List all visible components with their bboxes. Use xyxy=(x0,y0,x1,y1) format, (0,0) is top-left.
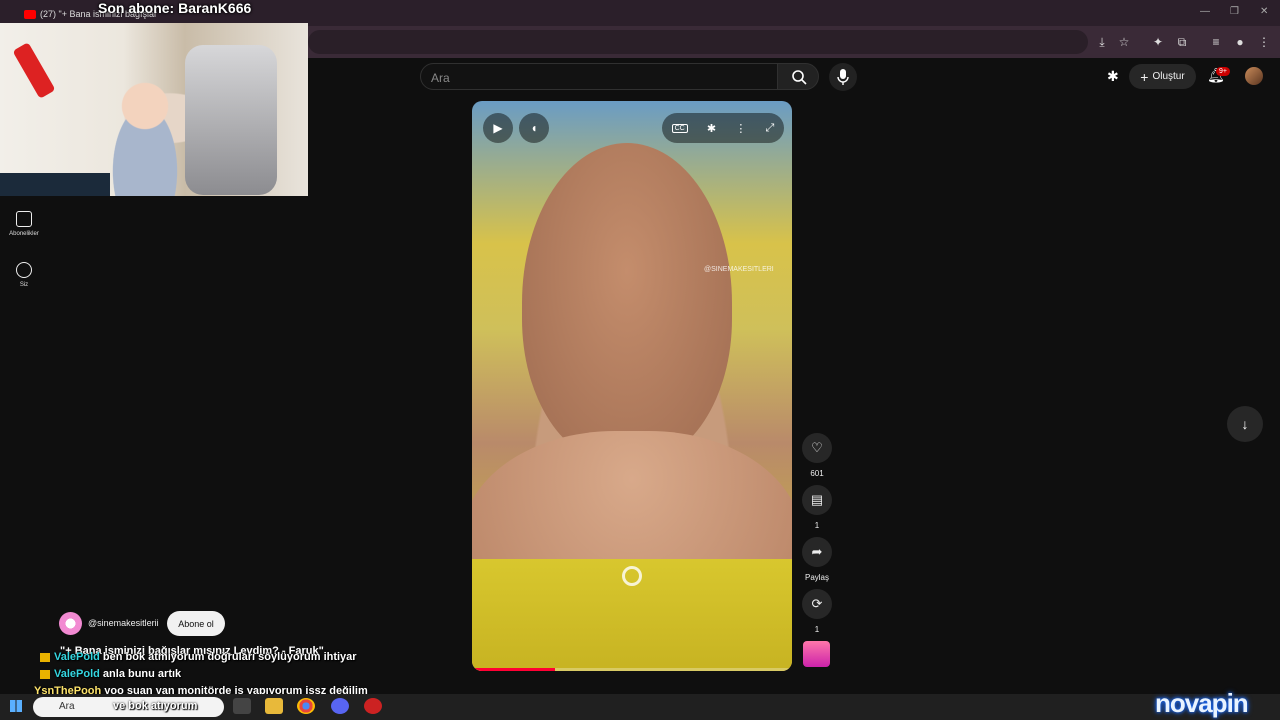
profile-icon[interactable]: ● xyxy=(1232,34,1248,50)
play-button[interactable]: ▶ xyxy=(483,113,513,143)
last-subscriber-overlay: Son abone: BaranK666 xyxy=(98,0,252,16)
share-button[interactable]: ➦ Paylaş xyxy=(799,537,835,582)
chat-text: anla bunu artık xyxy=(102,668,182,680)
youtube-favicon-icon xyxy=(24,9,36,19)
settings-gear-icon[interactable]: ✱ xyxy=(707,122,716,135)
player-controls-right: CC ✱ ⋮ ⤢ xyxy=(662,113,784,143)
volume-icon: ◖ xyxy=(530,121,538,135)
account-avatar[interactable] xyxy=(1245,67,1263,85)
video-watermark: @SINEMAKESITLERI xyxy=(704,266,774,273)
video-progress-bar[interactable] xyxy=(472,668,792,671)
subscriber-badge-icon xyxy=(40,652,50,662)
captions-icon[interactable]: CC xyxy=(671,123,688,133)
search-input[interactable]: Ara xyxy=(420,63,778,90)
chat-text: ben bok atmıyorum doğruları söylüyorum i… xyxy=(102,651,357,663)
chat-message: ve bok atıyorum xyxy=(113,700,197,712)
extension-icon[interactable]: ✦ xyxy=(1150,34,1166,50)
share-label: Paylaş xyxy=(804,573,829,582)
account-icon xyxy=(16,262,32,278)
fullscreen-icon[interactable]: ⤢ xyxy=(766,122,775,135)
share-arrow-icon: ➦ xyxy=(802,537,832,567)
install-app-icon[interactable]: ⤓ xyxy=(1094,34,1110,50)
comment-count: 1 xyxy=(814,521,820,530)
chat-text: ve bok atıyorum xyxy=(113,700,198,712)
streamer-webcam xyxy=(0,23,308,196)
maximize-icon[interactable]: ❐ xyxy=(1230,6,1239,17)
play-icon: ▶ xyxy=(493,121,503,135)
create-label: Oluştur xyxy=(1152,71,1185,82)
extensions-puzzle-icon[interactable]: ⧉ xyxy=(1174,34,1190,50)
chat-message: ValePold anla bunu artık xyxy=(40,668,181,680)
chat-username: ValePold xyxy=(54,668,100,680)
volume-button[interactable]: ◖ xyxy=(519,113,549,143)
address-bar[interactable] xyxy=(308,30,1088,54)
subscribe-button[interactable]: Abone ol xyxy=(167,611,225,636)
channel-handle[interactable]: @sinemakesitlerii xyxy=(88,618,159,628)
desk-monitor xyxy=(0,173,110,196)
search-button[interactable] xyxy=(777,63,819,90)
sidebar-item-label: Siz xyxy=(19,282,29,288)
windows-start-icon[interactable] xyxy=(10,700,22,712)
bookmark-star-icon[interactable]: ☆ xyxy=(1116,34,1132,50)
chat-username: ValePold xyxy=(54,651,100,663)
sidebar-item-you[interactable]: Siz xyxy=(4,262,44,288)
notification-count-badge: 9+ xyxy=(1216,67,1230,76)
remix-icon: ⟳ xyxy=(802,589,832,619)
sidebar-item-subscriptions[interactable]: Abonelikler xyxy=(4,211,44,237)
arrow-down-icon: ↓ xyxy=(1241,416,1249,432)
subscriptions-icon xyxy=(16,211,32,227)
remix-count: 1 xyxy=(814,625,820,634)
obs-icon[interactable] xyxy=(364,698,382,714)
browser-menu-icon[interactable]: ⋮ xyxy=(1256,34,1272,50)
channel-avatar[interactable] xyxy=(59,612,82,635)
heart-icon: ♡ xyxy=(802,433,832,463)
shorts-video-player[interactable]: ▶ ◖ CC ✱ ⋮ ⤢ @SINEMAKESITLERI xyxy=(472,101,792,671)
file-explorer-icon[interactable] xyxy=(265,698,283,714)
comment-icon: ▤ xyxy=(802,485,832,515)
close-window-icon[interactable]: ✕ xyxy=(1260,6,1268,17)
plus-icon: + xyxy=(1140,68,1149,85)
gaming-chair xyxy=(185,45,277,195)
premium-sparkle-icon[interactable]: ✱ xyxy=(1107,68,1119,85)
streamer xyxy=(95,71,195,196)
chat-message: ValePold ben bok atmıyorum doğruları söy… xyxy=(40,651,357,663)
microphone-icon xyxy=(837,69,849,85)
channel-thumbnail[interactable] xyxy=(803,641,830,667)
remix-button[interactable]: ⟳ 1 xyxy=(801,589,833,634)
like-count: 601 xyxy=(810,469,824,478)
minimize-icon[interactable]: — xyxy=(1200,6,1210,17)
like-button[interactable]: ♡ 601 xyxy=(801,433,833,478)
novapin-logo: novapin xyxy=(1155,688,1249,718)
subscriber-badge-icon xyxy=(40,669,50,679)
next-video-button[interactable]: ↓ xyxy=(1227,406,1263,442)
sidebar-item-label: Abonelikler xyxy=(9,231,39,237)
search-icon xyxy=(792,70,807,85)
more-options-icon[interactable]: ⋮ xyxy=(735,122,746,135)
video-subject-head xyxy=(522,143,732,463)
media-control-icon[interactable]: ≡ xyxy=(1208,34,1224,50)
chrome-icon[interactable] xyxy=(297,698,315,714)
webcam-microphone xyxy=(12,42,56,99)
loading-spinner-icon xyxy=(622,566,642,586)
create-button[interactable]: + Oluştur xyxy=(1129,64,1196,89)
voice-search-button[interactable] xyxy=(829,63,857,91)
discord-icon[interactable] xyxy=(331,698,349,714)
video-progress-fill xyxy=(472,668,556,671)
task-view-icon[interactable] xyxy=(233,698,251,714)
comments-button[interactable]: ▤ 1 xyxy=(801,485,833,530)
